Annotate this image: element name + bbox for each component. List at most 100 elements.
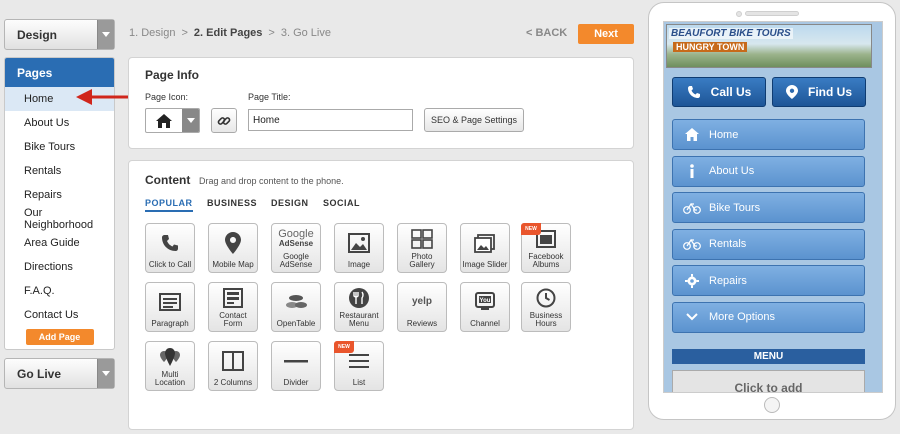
- google-adsense-icon: Google AdSense: [272, 224, 320, 253]
- widget-label: Image Slider: [462, 260, 508, 269]
- find-us-button[interactable]: Find Us: [772, 77, 866, 107]
- phone-menu-item-home[interactable]: Home: [672, 119, 865, 150]
- adsense-logo-text: AdSense: [278, 239, 314, 248]
- chevron-down-icon: [182, 109, 199, 132]
- sidebar-item-about-us[interactable]: About Us: [5, 111, 114, 135]
- widget-label: Contact Form: [219, 311, 247, 328]
- widget-label: Facebook Albums: [528, 252, 564, 269]
- widget-label: Business Hours: [529, 311, 563, 328]
- phone-menu-label: Home: [709, 128, 739, 141]
- tab-popular[interactable]: POPULAR: [145, 198, 193, 212]
- widget-label: Divider: [283, 378, 309, 387]
- back-button[interactable]: < BACK: [526, 27, 567, 39]
- widget-google-adsense[interactable]: Google AdSense Google AdSense: [271, 223, 321, 273]
- tab-design[interactable]: DESIGN: [271, 198, 309, 208]
- widget-opentable[interactable]: OpenTable: [271, 282, 321, 332]
- phone-menu-item-rentals[interactable]: Rentals: [672, 228, 865, 260]
- widget-contact-form[interactable]: Contact Form: [208, 282, 258, 332]
- add-page-wrap: Add Page: [5, 329, 114, 345]
- widget-image[interactable]: Image: [334, 223, 384, 273]
- click-to-add-slot[interactable]: Click to add: [672, 370, 865, 392]
- tab-business[interactable]: BUSINESS: [207, 198, 257, 208]
- opentable-icon: [272, 283, 320, 320]
- widget-divider[interactable]: Divider: [271, 341, 321, 391]
- find-us-label: Find Us: [808, 85, 852, 99]
- phone-home-button: [764, 397, 780, 413]
- bicycle-icon: [683, 238, 701, 250]
- breadcrumb-step-go-live[interactable]: 3. Go Live: [281, 27, 331, 39]
- contact-form-icon: [209, 283, 257, 312]
- phone-speaker: [745, 11, 799, 16]
- multi-location-icon: [146, 342, 194, 371]
- site-banner[interactable]: BEAUFORT BIKE TOURS HUNGRY TOWN: [666, 24, 872, 68]
- chevron-down-icon: [97, 359, 114, 388]
- seo-settings-button[interactable]: SEO & Page Settings: [424, 108, 524, 132]
- go-live-dropdown-label: Go Live: [17, 366, 62, 381]
- phone-preview: BEAUFORT BIKE TOURS HUNGRY TOWN Call Us …: [648, 2, 896, 420]
- widget-photo-gallery[interactable]: Photo Gallery: [397, 223, 447, 273]
- yelp-logo-text: yelp: [411, 296, 432, 307]
- restaurant-menu-icon: [335, 283, 383, 312]
- widget-label: Reviews: [406, 319, 438, 328]
- link-button[interactable]: [211, 108, 237, 133]
- image-slider-icon: [461, 224, 509, 261]
- info-icon: [683, 164, 701, 178]
- sidebar-item-bike-tours[interactable]: Bike Tours: [5, 135, 114, 159]
- phone-camera: [736, 11, 742, 17]
- widget-label: Click to Call: [148, 260, 192, 269]
- widget-label: Channel: [470, 319, 500, 328]
- paragraph-icon: [146, 283, 194, 320]
- phone-menu-item-repairs[interactable]: Repairs: [672, 265, 865, 296]
- phone-menu-item-bike-tours[interactable]: Bike Tours: [672, 192, 865, 223]
- widget-business-hours[interactable]: Business Hours: [521, 282, 571, 332]
- new-badge: NEW: [521, 223, 541, 235]
- home-icon: [683, 128, 701, 141]
- bicycle-icon: [683, 202, 701, 214]
- call-us-label: Call Us: [710, 85, 752, 99]
- widget-click-to-call[interactable]: Click to Call: [145, 223, 195, 273]
- sidebar-item-directions[interactable]: Directions: [5, 255, 114, 279]
- breadcrumb-step-edit-pages: 2. Edit Pages: [193, 27, 263, 39]
- gear-icon: [683, 273, 701, 288]
- phone-menu-label: Bike Tours: [709, 201, 761, 214]
- widget-2-columns[interactable]: 2 Columns: [208, 341, 258, 391]
- widget-label: OpenTable: [276, 319, 316, 328]
- widget-channel[interactable]: You Channel: [460, 282, 510, 332]
- page-info-title: Page Info: [145, 68, 200, 82]
- page-icon-select[interactable]: [145, 108, 200, 133]
- sidebar-item-area-guide[interactable]: Area Guide: [5, 231, 114, 255]
- youtube-logo-text: You: [479, 297, 491, 304]
- widget-multi-location[interactable]: Multi Location: [145, 341, 195, 391]
- design-dropdown[interactable]: Design: [4, 19, 115, 50]
- tab-social[interactable]: SOCIAL: [323, 198, 360, 208]
- next-button[interactable]: Next: [578, 24, 634, 44]
- banner-subtitle: HUNGRY TOWN: [673, 42, 748, 52]
- pages-header: Pages: [5, 58, 114, 87]
- menu-header: MENU: [672, 349, 865, 364]
- widget-label: List: [352, 378, 366, 387]
- widget-image-slider[interactable]: Image Slider: [460, 223, 510, 273]
- add-page-button[interactable]: Add Page: [25, 329, 94, 345]
- widget-label: 2 Columns: [213, 378, 253, 387]
- widget-restaurant-menu[interactable]: Restaurant Menu: [334, 282, 384, 332]
- go-live-dropdown[interactable]: Go Live: [4, 358, 115, 389]
- widget-paragraph[interactable]: Paragraph: [145, 282, 195, 332]
- sidebar-item-rentals[interactable]: Rentals: [5, 159, 114, 183]
- sidebar-item-repairs[interactable]: Repairs: [5, 183, 114, 207]
- breadcrumb-step-design[interactable]: 1. Design: [129, 27, 175, 39]
- widget-list[interactable]: List NEW: [334, 341, 384, 391]
- banner-title: BEAUFORT BIKE TOURS: [669, 28, 793, 39]
- widget-reviews[interactable]: yelp Reviews: [397, 282, 447, 332]
- phone-menu-item-about-us[interactable]: About Us: [672, 155, 865, 187]
- page-title-input[interactable]: [248, 109, 413, 131]
- sidebar-item-f-a-q[interactable]: F.A.Q.: [5, 279, 114, 303]
- widget-mobile-map[interactable]: Mobile Map: [208, 223, 258, 273]
- widget-label: Mobile Map: [212, 260, 254, 269]
- sidebar-item-our-neighborhood[interactable]: Our Neighborhood: [5, 207, 114, 231]
- content-subtitle: Drag and drop content to the phone.: [199, 176, 344, 186]
- yelp-icon: yelp: [398, 283, 446, 320]
- sidebar-item-contact-us[interactable]: Contact Us: [5, 303, 114, 327]
- phone-menu-item-more-options[interactable]: More Options: [672, 301, 865, 333]
- widget-facebook-albums[interactable]: Facebook Albums NEW: [521, 223, 571, 273]
- call-us-button[interactable]: Call Us: [672, 77, 766, 107]
